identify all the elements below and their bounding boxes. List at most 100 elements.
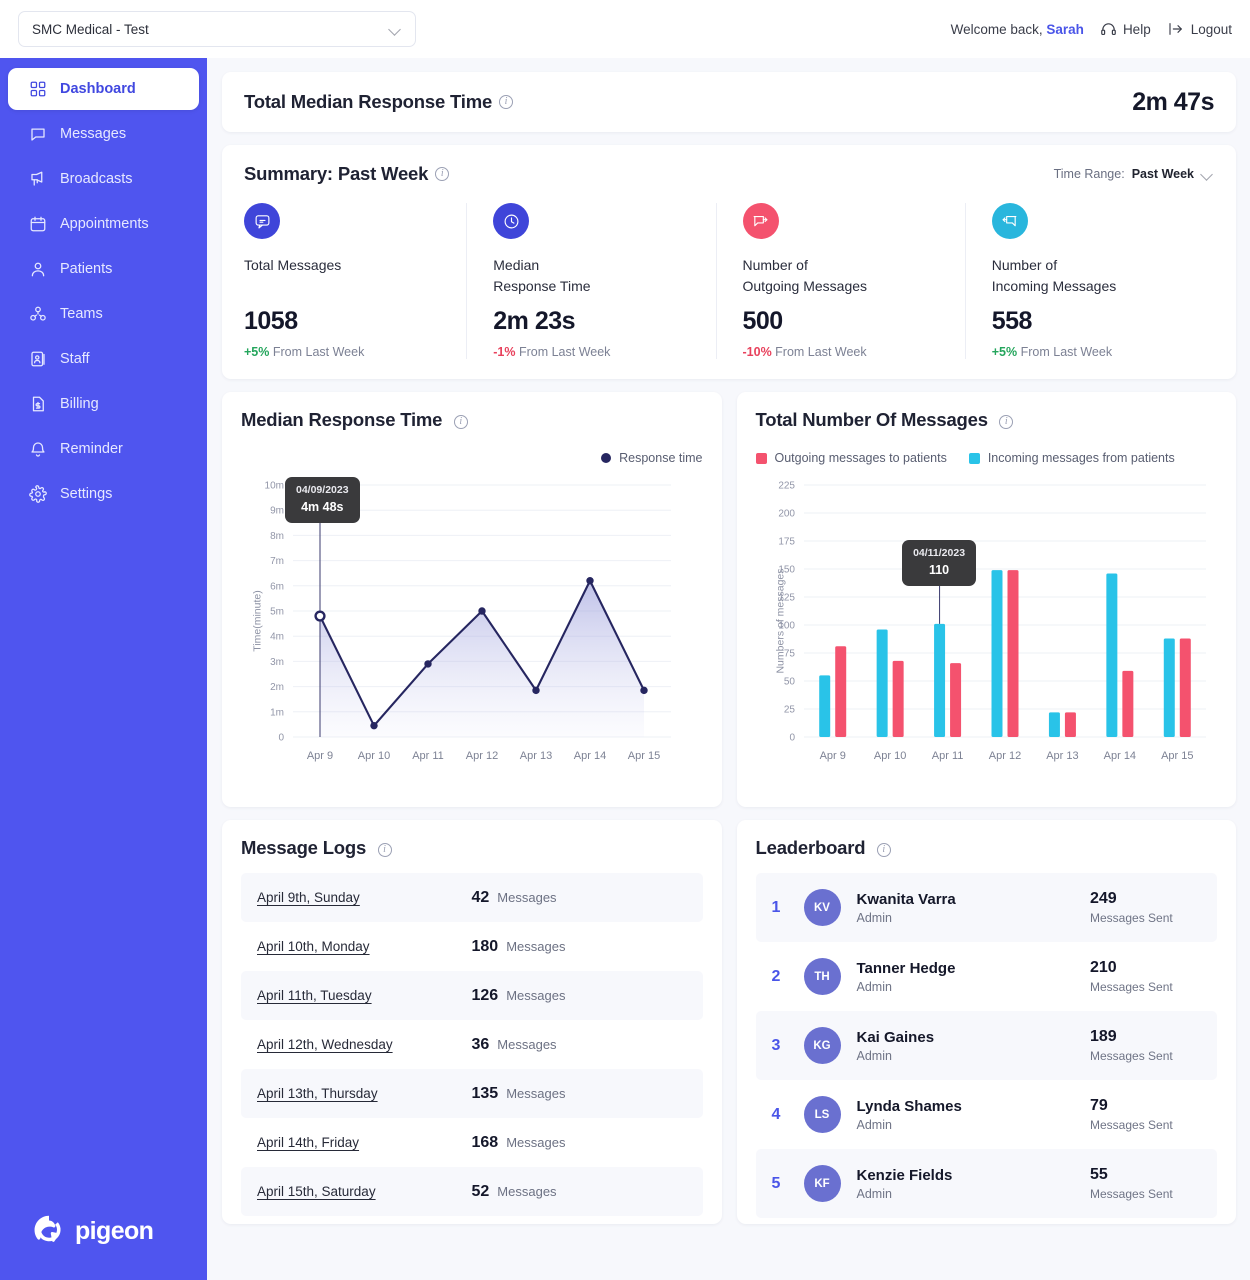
info-icon[interactable]: i — [876, 842, 891, 857]
svg-text:Apr 15: Apr 15 — [628, 750, 660, 762]
svg-text:7m: 7m — [270, 556, 284, 567]
sidebar-item-label: Broadcasts — [60, 171, 133, 187]
log-date[interactable]: April 11th, Tuesday — [257, 988, 372, 1003]
leaderboard-row[interactable]: 3 KG Kai Gaines Admin 189 Messages Sent — [755, 1011, 1217, 1080]
logout-label: Logout — [1190, 21, 1232, 37]
help-button[interactable]: Help — [1100, 21, 1151, 38]
megaphone-icon — [28, 170, 47, 189]
line-chart-plot: Time(minute) 0 1m 2m 3m 4m 5m 6m 7m 8m 9m 10m Apr 9… — [241, 471, 703, 771]
info-icon[interactable]: i — [499, 95, 514, 109]
messages-unit: Messages Sent — [1090, 1118, 1173, 1132]
sidebar: Dashboard Messages Broadcasts Appointments P… — [0, 58, 207, 1280]
metric-delta: +5% From Last Week — [244, 345, 448, 359]
log-date[interactable]: April 12th, Wednesday — [257, 1037, 393, 1052]
log-date[interactable]: April 10th, Monday — [257, 939, 370, 954]
user-name: Kwanita Varra — [856, 890, 956, 908]
log-number: 42 — [471, 888, 490, 906]
message-log-row[interactable]: April 11th, Tuesday 126 Messages — [241, 971, 703, 1020]
legend-item-incoming[interactable]: Incoming messages from patients — [968, 451, 1175, 465]
total-median-value: 2m 47s — [1132, 87, 1214, 116]
log-count: 52 Messages — [472, 1183, 687, 1201]
log-date[interactable]: April 9th, Sunday — [257, 890, 360, 905]
message-log-row[interactable]: April 9th, Sunday 42 Messages — [241, 873, 703, 922]
svg-text:9m: 9m — [270, 506, 284, 517]
legend-item-response-time[interactable]: Response time — [601, 451, 703, 465]
message-log-row[interactable]: April 10th, Monday 180 Messages — [241, 922, 703, 971]
message-log-row[interactable]: April 14th, Friday 168 Messages — [241, 1118, 703, 1167]
chevron-down-icon — [1201, 170, 1214, 178]
svg-text:Apr 14: Apr 14 — [1103, 750, 1135, 762]
leaderboard-stat: 189 Messages Sent — [1090, 1028, 1205, 1063]
sidebar-item-messages[interactable]: Messages — [8, 113, 199, 155]
legend-item-outgoing[interactable]: Outgoing messages to patients — [755, 451, 947, 465]
user-role: Admin — [856, 910, 892, 925]
info-icon[interactable]: i — [999, 414, 1014, 429]
messages-unit: Messages Sent — [1090, 911, 1173, 925]
user-role: Admin — [856, 1186, 892, 1201]
info-icon[interactable]: i — [453, 414, 468, 429]
log-count: 42 Messages — [472, 889, 687, 907]
svg-text:Apr 12: Apr 12 — [466, 750, 498, 762]
sidebar-item-billing[interactable]: Billing — [8, 383, 199, 425]
leaderboard-stat: 55 Messages Sent — [1090, 1166, 1205, 1201]
log-date[interactable]: April 13th, Thursday — [257, 1086, 378, 1101]
sidebar-item-settings[interactable]: Settings — [8, 473, 199, 515]
y-axis-label: Time(minute) — [251, 590, 264, 652]
log-count: 168 Messages — [472, 1134, 687, 1152]
user-role: Admin — [856, 1117, 892, 1132]
leaderboard-row[interactable]: 1 KV Kwanita Varra Admin 249 Messages Sent — [755, 873, 1217, 942]
log-date[interactable]: April 14th, Friday — [257, 1135, 359, 1150]
leaderboard-row[interactable]: 2 TH Tanner Hedge Admin 210 Messages Sent — [756, 942, 1218, 1011]
log-count: 180 Messages — [472, 938, 687, 956]
leaderboard-row[interactable]: 4 LS Lynda Shames Admin 79 Messages Sent — [756, 1080, 1218, 1149]
message-log-row[interactable]: April 12th, Wednesday 36 Messages — [241, 1020, 703, 1069]
sidebar-item-broadcasts[interactable]: Broadcasts — [8, 158, 199, 200]
calendar-icon — [28, 215, 47, 234]
svg-text:0: 0 — [789, 733, 795, 744]
outgoing-message-icon — [742, 203, 779, 239]
user-name[interactable]: Sarah — [1046, 22, 1084, 37]
sidebar-item-teams[interactable]: Teams — [8, 293, 199, 335]
sidebar-item-appointments[interactable]: Appointments — [8, 203, 199, 245]
user-name: Tanner Hedge — [856, 959, 956, 977]
log-date[interactable]: April 15th, Saturday — [257, 1184, 376, 1199]
sidebar-item-label: Teams — [60, 306, 103, 322]
user-icon — [28, 260, 47, 279]
sidebar-item-staff[interactable]: Staff — [8, 338, 199, 380]
svg-text:Apr 15: Apr 15 — [1161, 750, 1193, 762]
messages-count: 79 — [1090, 1097, 1108, 1114]
leaderboard-row[interactable]: 5 KF Kenzie Fields Admin 55 Messages Sent — [755, 1149, 1217, 1218]
message-logs-card: Message Logs i April 9th, Sunday 42 Messag… — [222, 820, 722, 1224]
svg-text:Apr 12: Apr 12 — [988, 750, 1020, 762]
logout-button[interactable]: Logout — [1167, 21, 1232, 37]
svg-text:Apr 14: Apr 14 — [574, 750, 606, 762]
svg-text:5m: 5m — [270, 607, 284, 618]
delta-text: From Last Week — [775, 345, 867, 359]
leaderboard-user: Tanner Hedge Admin — [857, 960, 956, 994]
svg-text:4m: 4m — [270, 632, 284, 643]
log-count: 126 Messages — [472, 987, 687, 1005]
pigeon-logo-icon — [34, 1215, 61, 1242]
legend-label: Outgoing messages to patients — [774, 451, 947, 465]
leaderboard-title: Leaderboard — [755, 837, 866, 858]
message-log-row[interactable]: April 15th, Saturday 52 Messages — [241, 1167, 703, 1216]
summary-card: Summary: Past Week i Time Range: Past We… — [222, 145, 1236, 379]
leaderboard-rank: 5 — [771, 1174, 781, 1192]
messages-unit: Messages Sent — [1090, 1049, 1173, 1063]
messages-unit: Messages Sent — [1090, 980, 1173, 994]
org-selector[interactable]: SMC Medical - Test — [18, 11, 416, 47]
leaderboard-rank: 4 — [771, 1105, 781, 1123]
sidebar-item-dashboard[interactable]: Dashboard — [8, 68, 199, 110]
metric-label: Number of Incoming Messages — [991, 257, 1117, 294]
info-icon[interactable]: i — [435, 167, 450, 181]
sidebar-item-label: Appointments — [60, 216, 149, 232]
message-log-row[interactable]: April 13th, Thursday 135 Messages — [241, 1069, 703, 1118]
sidebar-item-label: Dashboard — [60, 81, 136, 97]
incoming-message-icon — [991, 203, 1028, 239]
legend-swatch — [968, 452, 980, 464]
time-range-selector[interactable]: Time Range: Past Week — [1054, 167, 1214, 181]
sidebar-item-patients[interactable]: Patients — [8, 248, 199, 290]
sidebar-item-reminder[interactable]: Reminder — [8, 428, 199, 470]
gear-icon — [28, 485, 47, 504]
info-icon[interactable]: i — [377, 842, 392, 857]
